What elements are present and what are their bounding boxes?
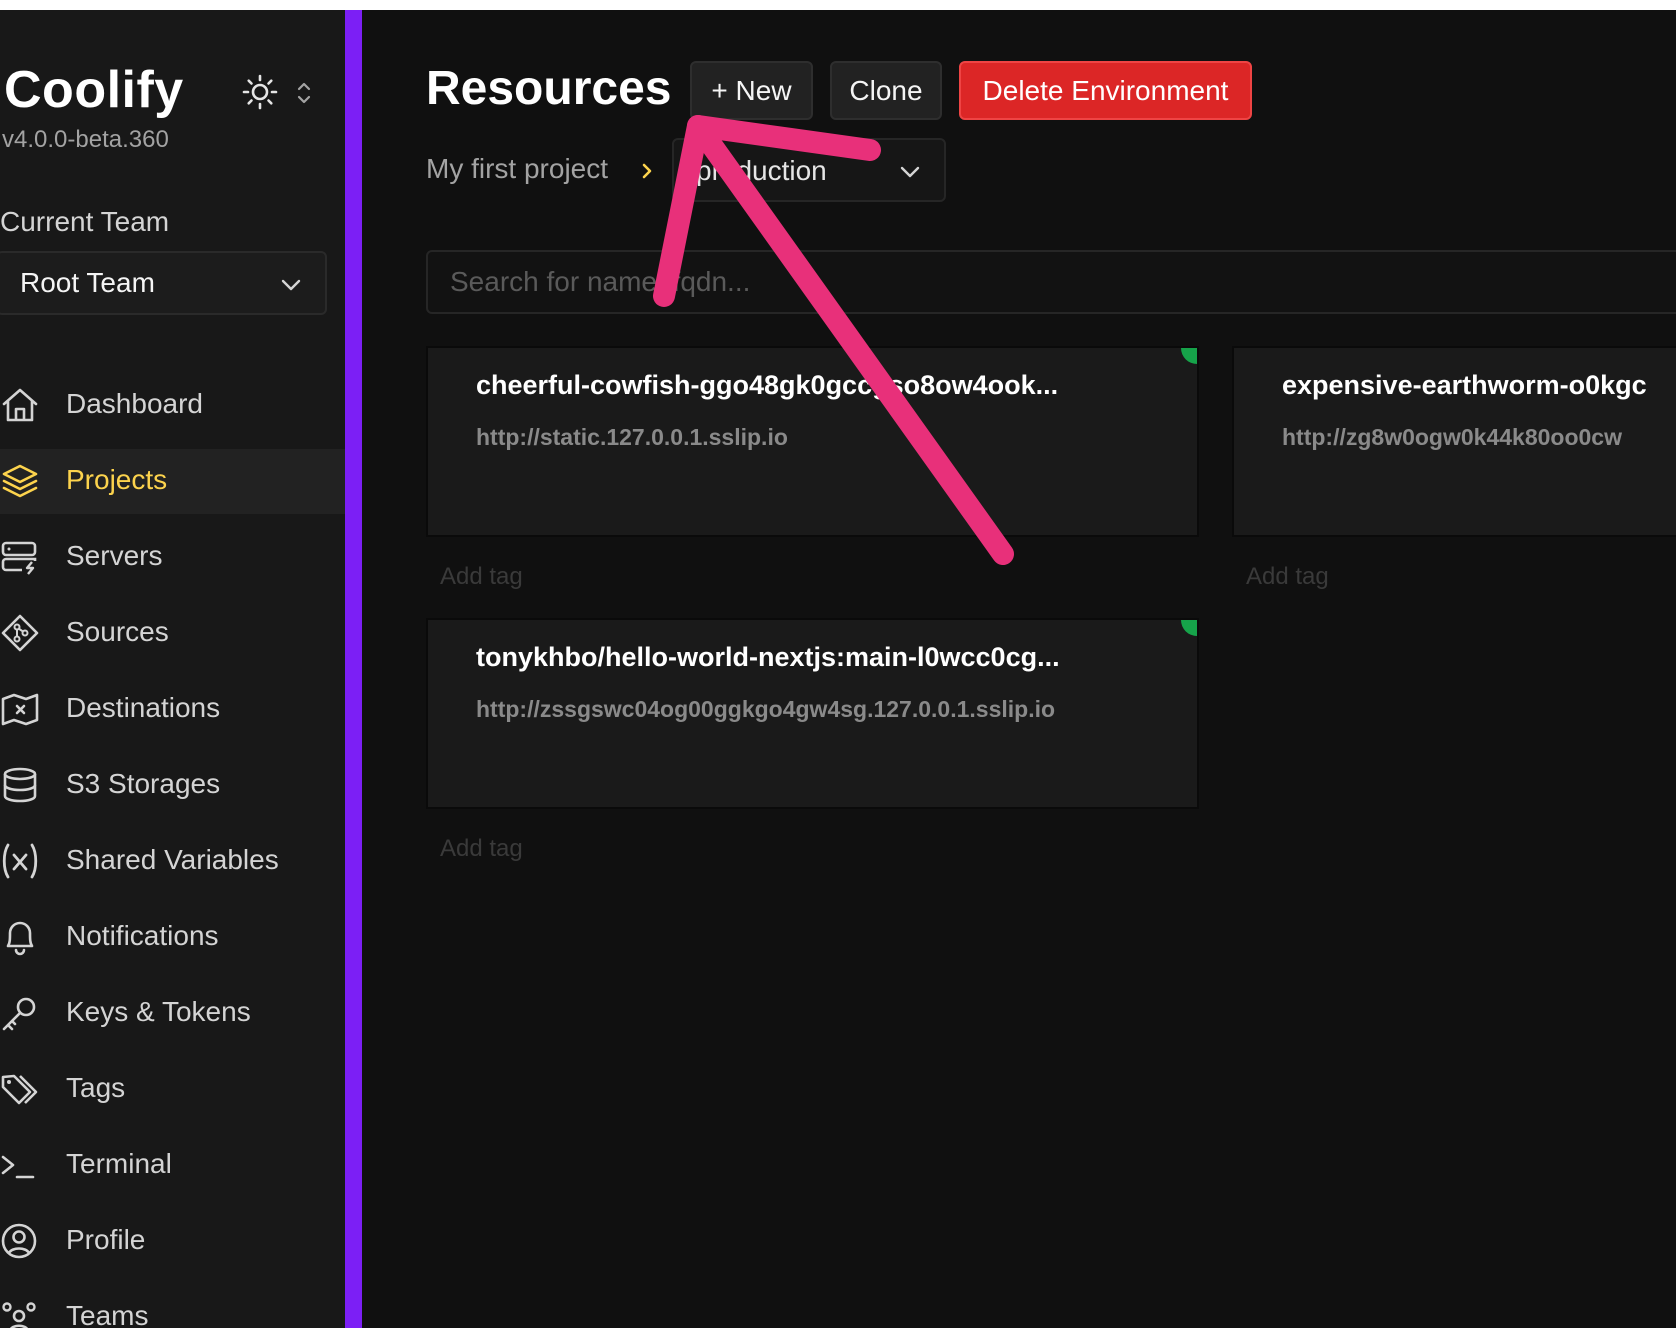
- new-resource-button[interactable]: + New: [690, 61, 813, 120]
- current-team-label: Current Team: [0, 206, 170, 237]
- main-content: Resources + New Clone Delete Environment…: [362, 10, 1676, 1328]
- resource-card[interactable]: cheerful-cowfish-ggo48gk0gccgso8ow4ook..…: [426, 346, 1199, 537]
- add-tag-input[interactable]: Add tag: [1246, 563, 1329, 591]
- user-circle-icon: [1, 1223, 37, 1259]
- bell-icon: [6, 921, 34, 956]
- team-select-value: Root Team: [20, 267, 155, 298]
- sidebar-accent-border: [345, 10, 362, 1328]
- sidebar-nav: Dashboard Projects Servers Sources Desti…: [0, 373, 345, 1328]
- sidebar-item-s3-storages[interactable]: S3 Storages: [0, 753, 345, 818]
- resource-title: expensive-earthworm-o0kgc: [1282, 370, 1647, 400]
- git-branch-icon: [1, 614, 39, 652]
- status-running-indicator: [1181, 620, 1197, 636]
- sun-icon[interactable]: [242, 74, 278, 110]
- sidebar-item-shared-variables[interactable]: Shared Variables: [0, 829, 345, 894]
- sidebar-item-keys-tokens[interactable]: Keys & Tokens: [0, 981, 345, 1046]
- chevron-up-down-icon[interactable]: [293, 78, 315, 108]
- sidebar-item-sources[interactable]: Sources: [0, 601, 345, 666]
- sidebar-item-terminal[interactable]: Terminal: [0, 1133, 345, 1198]
- resource-card[interactable]: expensive-earthworm-o0kgc http://zg8w0og…: [1232, 346, 1676, 537]
- database-icon: [3, 767, 37, 803]
- server-icon: [1, 541, 37, 575]
- users-icon: [2, 1302, 36, 1328]
- sidebar-item-label: Shared Variables: [66, 844, 279, 875]
- clone-button[interactable]: Clone: [830, 61, 942, 120]
- sidebar-item-dashboard[interactable]: Dashboard: [0, 373, 345, 438]
- resource-url[interactable]: http://zssgswc04og00ggkgo4gw4sg.127.0.0.…: [476, 696, 1055, 723]
- sidebar-item-label: Teams: [66, 1300, 149, 1328]
- sidebar-item-label: Dashboard: [66, 388, 203, 419]
- sidebar-item-tags[interactable]: Tags: [0, 1057, 345, 1122]
- variable-icon: [2, 843, 38, 879]
- sidebar-item-label: Terminal: [66, 1148, 172, 1179]
- sidebar-item-label: Destinations: [66, 692, 221, 723]
- page-title: Resources: [426, 62, 672, 115]
- sidebar-item-label: S3 Storages: [66, 768, 221, 799]
- status-running-indicator: [1181, 348, 1197, 364]
- resource-card[interactable]: tonykhbo/hello-world-nextjs:main-l0wcc0c…: [426, 618, 1199, 809]
- resource-url[interactable]: http://zg8w0ogw0k44k80oo0cw: [1282, 424, 1622, 451]
- delete-environment-button[interactable]: Delete Environment: [959, 61, 1252, 120]
- resource-url[interactable]: http://static.127.0.0.1.sslip.io: [476, 424, 788, 451]
- sidebar-item-label: Sources: [66, 616, 169, 647]
- add-tag-input[interactable]: Add tag: [440, 563, 523, 591]
- app-window: Coolify v4.0.0-beta.360 Current Team Roo…: [0, 10, 1676, 1328]
- sidebar-item-destinations[interactable]: Destinations: [0, 677, 345, 742]
- environment-select[interactable]: production: [672, 138, 946, 202]
- chevron-right-icon: [642, 163, 652, 179]
- resource-title: cheerful-cowfish-ggo48gk0gccgso8ow4ook..…: [476, 370, 1059, 400]
- version-label: v4.0.0-beta.360: [2, 126, 169, 153]
- search-input[interactable]: [426, 250, 1676, 314]
- environment-select-value: production: [696, 155, 827, 186]
- sidebar-item-label: Tags: [66, 1072, 126, 1103]
- sidebar-item-profile[interactable]: Profile: [0, 1209, 345, 1274]
- sidebar: Coolify v4.0.0-beta.360 Current Team Roo…: [0, 10, 345, 1328]
- brand-logo-text[interactable]: Coolify: [4, 60, 184, 120]
- layers-icon: [2, 464, 38, 498]
- sidebar-item-label: Notifications: [66, 920, 219, 951]
- resource-title: tonykhbo/hello-world-nextjs:main-l0wcc0c…: [476, 642, 1060, 672]
- tags-icon: [1, 1074, 38, 1105]
- sidebar-item-label: Servers: [66, 540, 163, 571]
- add-tag-input[interactable]: Add tag: [440, 835, 523, 863]
- sidebar-item-label: Projects: [66, 464, 168, 495]
- sidebar-item-notifications[interactable]: Notifications: [0, 905, 345, 970]
- team-select[interactable]: Root Team: [0, 251, 327, 315]
- key-icon: [2, 997, 36, 1031]
- breadcrumb-project-link[interactable]: My first project: [426, 153, 608, 185]
- sidebar-item-label: Profile: [66, 1224, 146, 1255]
- home-icon: [2, 388, 38, 422]
- sidebar-item-projects[interactable]: Projects: [0, 449, 345, 514]
- chevron-down-icon: [281, 279, 301, 291]
- docker-icon: [1, 693, 39, 726]
- chevron-down-icon: [900, 166, 920, 178]
- sidebar-item-teams[interactable]: Teams: [0, 1285, 345, 1328]
- sidebar-item-label: Keys & Tokens: [66, 996, 251, 1027]
- terminal-icon: [1, 1155, 35, 1179]
- sidebar-item-servers[interactable]: Servers: [0, 525, 345, 590]
